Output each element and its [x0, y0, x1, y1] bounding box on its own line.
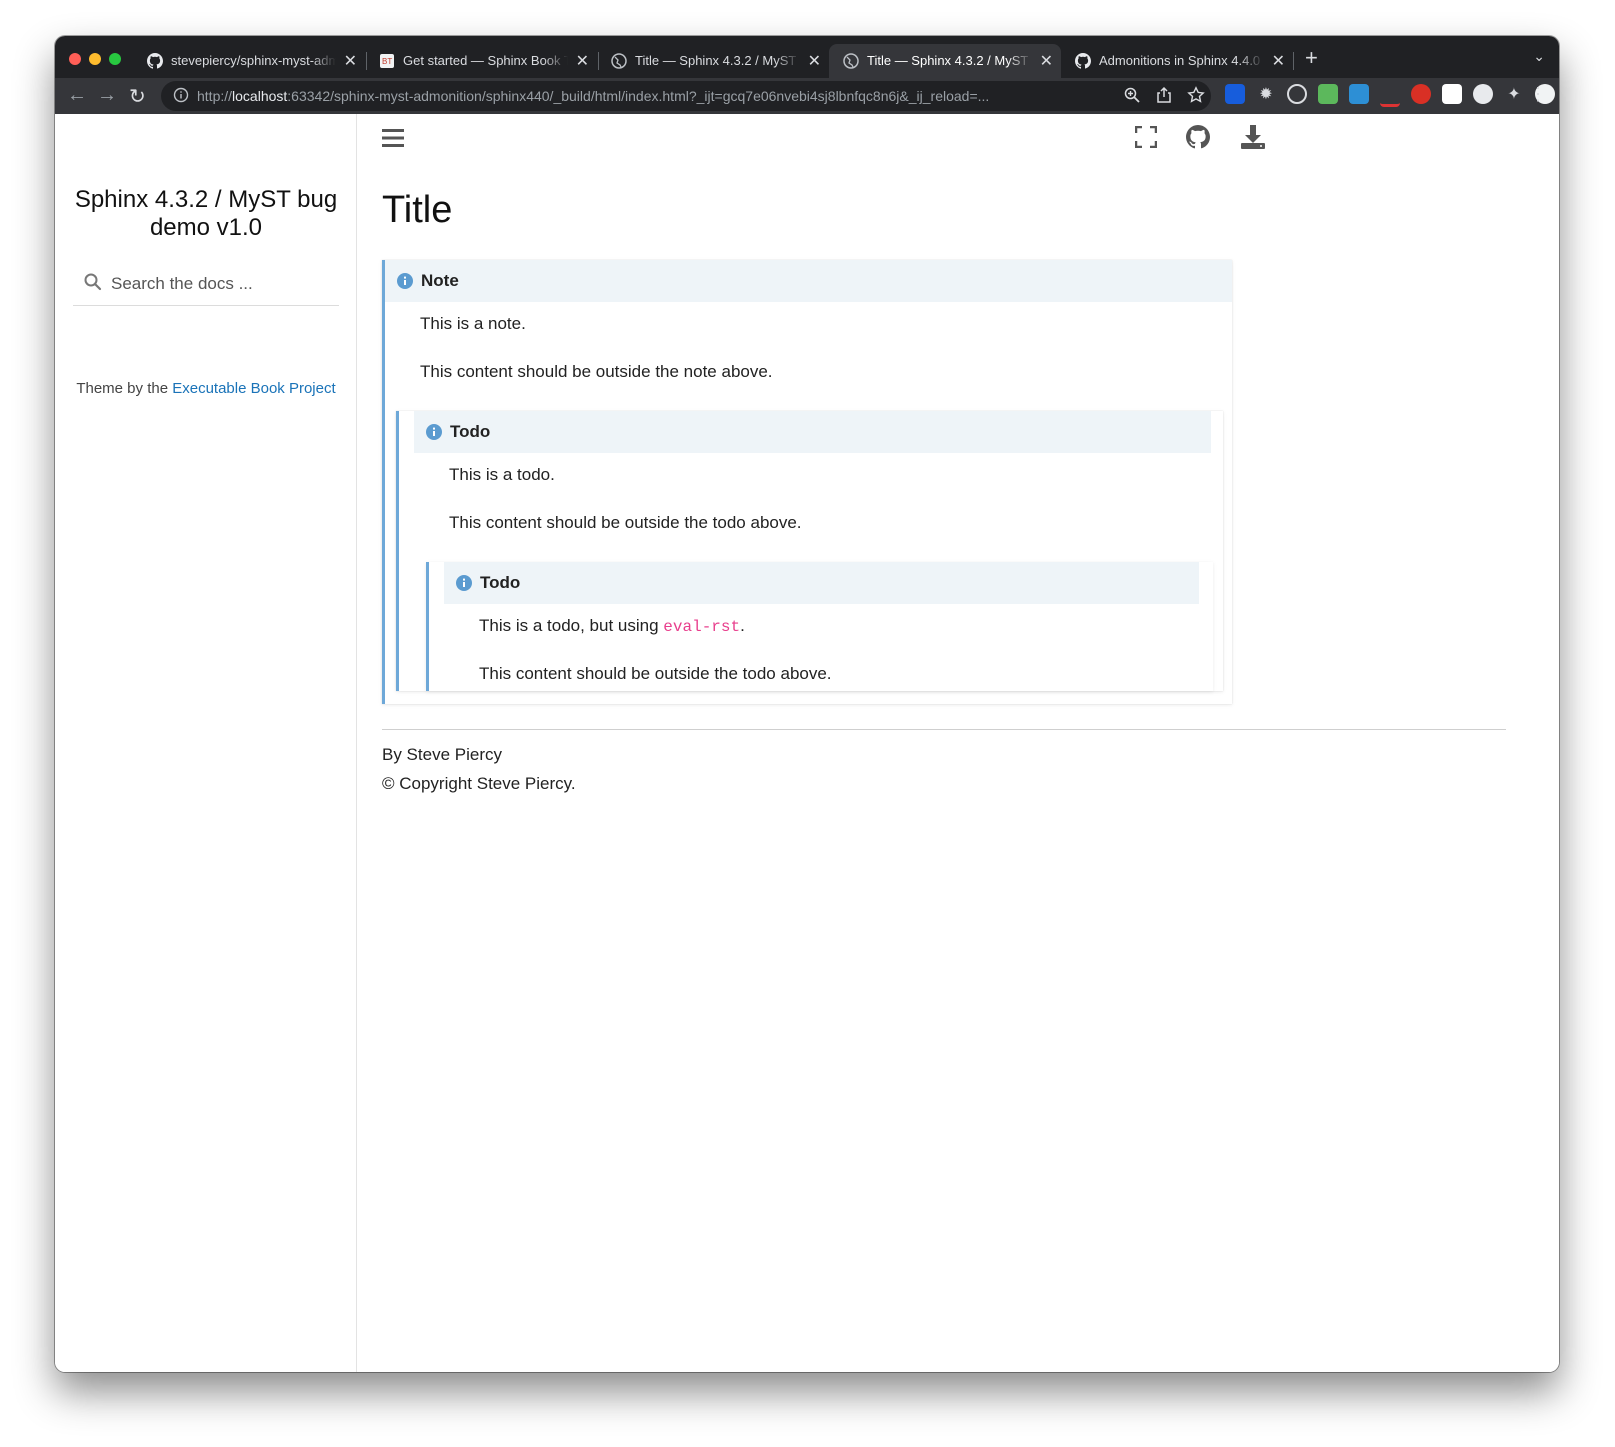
bitwarden-extension-icon[interactable]	[1225, 84, 1245, 104]
sidebar: Sphinx 4.3.2 / MyST bug demo v1.0 Theme …	[55, 114, 357, 1372]
bookmark-star-icon[interactable]	[1187, 86, 1205, 104]
new-tab-button[interactable]: +	[1305, 45, 1318, 71]
url-text[interactable]: http://localhost:63342/sphinx-myst-admon…	[197, 88, 1037, 104]
url-rest: :63342/sphinx-myst-admonition/sphinx440/…	[287, 88, 990, 104]
puzzle-extensions-icon[interactable]: ✦	[1504, 84, 1524, 104]
zoom-icon[interactable]	[1123, 86, 1141, 104]
todo-admonition-title: Todo	[414, 411, 1211, 453]
github-repo-icon[interactable]	[1186, 125, 1210, 149]
executable-book-link[interactable]: Executable Book Project	[172, 380, 335, 397]
tab-title: Title — Sphinx 4.3.2 / MyST bug demo	[867, 53, 1032, 68]
tab-5[interactable]: Admonitions in Sphinx 4.4.0 land ✕	[1061, 44, 1293, 78]
theme-credit: Theme by the Executable Book Project	[73, 376, 339, 402]
nested-todo-text-prefix: This is a todo, but using	[479, 616, 664, 635]
green-extension-icon[interactable]	[1318, 84, 1338, 104]
tab-separator	[1293, 52, 1294, 70]
info-circle-icon	[456, 575, 472, 591]
tab-2[interactable]: BT Get started — Sphinx Book Theme ✕	[365, 44, 597, 78]
todo-text: This is a todo.	[449, 465, 555, 484]
speed-extension-icon[interactable]	[1287, 84, 1307, 104]
close-icon[interactable]: ✕	[1272, 51, 1285, 71]
info-icon[interactable]	[173, 87, 189, 103]
nested-todo-text: This is a todo, but using eval-rst.	[479, 616, 745, 636]
reload-icon[interactable]: ↻	[129, 84, 146, 109]
footer-divider	[382, 729, 1506, 730]
info-circle-icon	[426, 424, 442, 440]
back-arrow-icon[interactable]: ←	[67, 84, 87, 107]
svg-text:BT: BT	[382, 57, 392, 66]
extensions-bar: ✹ ✦	[1225, 84, 1555, 107]
close-icon[interactable]: ✕	[344, 51, 357, 71]
note-outside-text: This content should be outside the note …	[420, 362, 773, 381]
close-icon[interactable]: ✕	[576, 51, 589, 71]
tab-3[interactable]: Title — Sphinx 4.3.2 / MyST bug demo ✕	[597, 44, 829, 78]
url-host: localhost	[232, 88, 288, 104]
address-bar[interactable]: http://localhost:63342/sphinx-myst-admon…	[161, 81, 1211, 111]
note-label: Note	[421, 271, 459, 290]
github-icon	[1075, 53, 1091, 69]
tab-4-active[interactable]: Title — Sphinx 4.3.2 / MyST bug demo ✕	[829, 44, 1061, 78]
browser-toolbar: ← → ↻ http://localhost:63342/sphinx-myst…	[55, 78, 1559, 114]
todo-label: Todo	[450, 422, 491, 441]
gear-extension-icon[interactable]: ✹	[1256, 84, 1276, 104]
tab-title: Title — Sphinx 4.3.2 / MyST bug demo	[635, 53, 800, 68]
tab-title: stevepiercy/sphinx-myst-admonition	[171, 53, 336, 68]
close-icon[interactable]: ✕	[808, 51, 821, 71]
omnibox-actions	[1123, 86, 1205, 104]
nested-todo-outside-text: This content should be outside the todo …	[479, 664, 832, 683]
tab-title: Admonitions in Sphinx 4.4.0 land	[1099, 53, 1264, 68]
globe-icon	[611, 53, 627, 69]
page-viewport: Sphinx 4.3.2 / MyST bug demo v1.0 Theme …	[55, 114, 1559, 1372]
main-content: Title Note This is a note. This content …	[357, 114, 1559, 1372]
minimize-window-button[interactable]	[89, 53, 101, 65]
github-icon	[147, 53, 163, 69]
pen-extension-icon[interactable]	[1380, 84, 1400, 107]
site-title[interactable]: Sphinx 4.3.2 / MyST bug demo v1.0	[73, 186, 339, 242]
close-window-button[interactable]	[69, 53, 81, 65]
search-input[interactable]	[109, 269, 333, 299]
eval-rst-code: eval-rst	[663, 618, 741, 636]
tab-search-chevron-icon[interactable]: ⌄	[1533, 48, 1545, 65]
adblock-extension-icon[interactable]	[1411, 84, 1431, 104]
close-icon[interactable]: ✕	[1040, 51, 1053, 71]
zoom-window-button[interactable]	[109, 53, 121, 65]
note-text: This is a note.	[420, 314, 526, 333]
search-icon	[84, 273, 102, 291]
hamburger-menu-icon[interactable]	[382, 128, 404, 148]
tab-title: Get started — Sphinx Book Theme	[403, 53, 568, 68]
todo-outside-text: This content should be outside the todo …	[449, 513, 802, 532]
forward-arrow-icon[interactable]: →	[97, 84, 117, 107]
nested-todo-text-suffix: .	[740, 616, 745, 635]
page-title: Title	[382, 189, 453, 231]
blue-extension-icon[interactable]	[1349, 84, 1369, 104]
fullscreen-icon[interactable]	[1135, 126, 1157, 148]
search-box	[73, 264, 339, 306]
globe-icon	[843, 53, 859, 69]
share-icon[interactable]	[1155, 86, 1173, 104]
note-admonition-title: Note	[385, 260, 1232, 302]
jetbrains-extension-icon[interactable]	[1442, 84, 1462, 104]
url-prefix: http://	[197, 88, 233, 104]
theme-credit-prefix: Theme by the	[76, 380, 173, 397]
browser-menu-icon[interactable]: ⋮	[1529, 84, 1547, 105]
nested-todo-label: Todo	[480, 573, 521, 592]
todo-admonition: Todo This is a todo. This content should…	[396, 411, 1223, 691]
nested-todo-admonition-title: Todo	[444, 562, 1199, 604]
note-admonition: Note This is a note. This content should…	[382, 260, 1232, 704]
tab-bar: stevepiercy/sphinx-myst-admonition ✕ BT …	[55, 36, 1559, 78]
nested-todo-admonition: Todo This is a todo, but using eval-rst.…	[426, 562, 1213, 691]
book-icon: BT	[380, 54, 394, 68]
footer-copyright: © Copyright Steve Piercy.	[382, 774, 576, 793]
info-circle-icon	[397, 273, 413, 289]
eye-extension-icon[interactable]	[1473, 84, 1493, 104]
browser-window: stevepiercy/sphinx-myst-admonition ✕ BT …	[55, 36, 1559, 1372]
footer-author: By Steve Piercy	[382, 745, 502, 764]
tab-1[interactable]: stevepiercy/sphinx-myst-admonition ✕	[133, 44, 365, 78]
download-icon[interactable]	[1240, 124, 1266, 150]
